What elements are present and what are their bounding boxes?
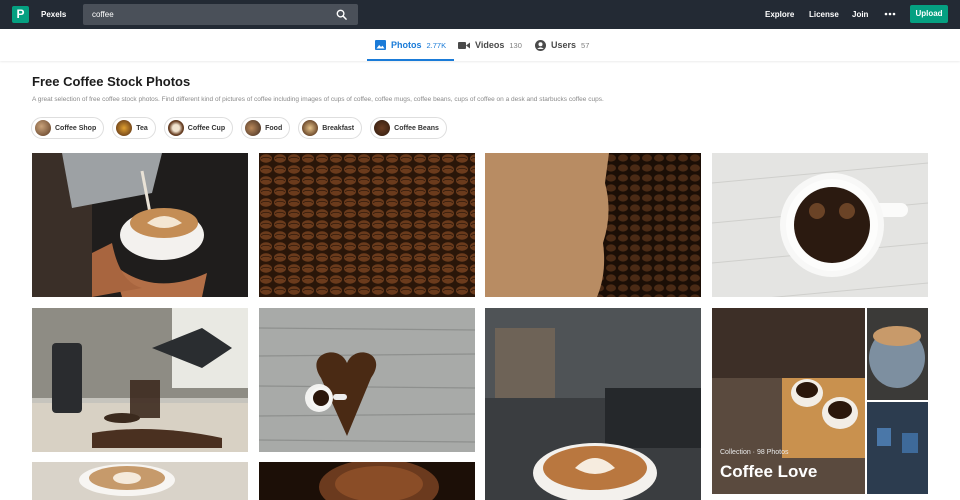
top-navbar: P Pexels Explore License Join Upload (0, 0, 960, 29)
chip-thumbnail (302, 120, 319, 136)
chip-tea[interactable]: Tea (112, 117, 156, 139)
tab-videos-label: Videos (475, 40, 505, 50)
photo-bean-heart[interactable] (259, 308, 475, 452)
search-icon[interactable] (336, 9, 347, 20)
photo-ground-coffee[interactable] (259, 462, 475, 500)
chip-label: Breakfast (322, 124, 355, 132)
chip-thumbnail (245, 120, 262, 136)
chip-thumbnail (35, 120, 51, 136)
chip-label: Tea (136, 124, 148, 132)
tab-photos-label: Photos (391, 40, 422, 50)
page-description: A great selection of free coffee stock p… (32, 96, 604, 103)
collection-title: Coffee Love (720, 462, 818, 481)
user-icon (535, 39, 546, 51)
join-link[interactable]: Join (852, 0, 868, 29)
chip-label: Coffee Beans (394, 124, 439, 132)
collection-meta: Collection · 98 Photos (720, 449, 789, 456)
chip-thumbnail (116, 120, 133, 136)
search-tabs: Photos 2.77K Videos 130 Users 57 (0, 29, 960, 61)
chip-coffee-cup[interactable]: Coffee Cup (163, 117, 234, 139)
more-dots-icon[interactable] (884, 9, 896, 19)
tab-users-count: 57 (581, 40, 590, 50)
license-link[interactable]: License (809, 0, 839, 29)
chip-coffee-beans[interactable]: Coffee Beans (370, 117, 447, 139)
explore-link[interactable]: Explore (765, 0, 794, 29)
photo-coffee-cup-top[interactable] (712, 153, 928, 297)
chip-food[interactable]: Food (241, 117, 291, 139)
pexels-logo[interactable]: P (12, 6, 29, 23)
photo-latte-pour[interactable] (32, 153, 248, 297)
chip-label: Coffee Shop (55, 124, 97, 132)
chip-thumbnail (167, 120, 184, 136)
image-icon (375, 40, 386, 50)
photo-coffee-kettle-table[interactable] (32, 308, 248, 452)
tab-videos-count: 130 (509, 40, 522, 50)
page-title: Free Coffee Stock Photos (32, 74, 191, 89)
brand-name[interactable]: Pexels (41, 0, 66, 29)
chip-thumbnail (374, 120, 391, 136)
tab-users[interactable]: Users 57 (535, 29, 589, 61)
chip-coffee-shop[interactable]: Coffee Shop (31, 117, 105, 139)
collection-coffee-love[interactable]: Collection · 98 Photos Coffee Love (712, 308, 928, 494)
chip-breakfast[interactable]: Breakfast (298, 117, 363, 139)
tab-photos[interactable]: Photos 2.77K (366, 29, 455, 61)
tab-videos[interactable]: Videos 130 (458, 29, 522, 61)
video-camera-icon (458, 41, 470, 49)
photo-coffee-beans-pile[interactable] (259, 153, 475, 297)
search-bar (83, 4, 358, 25)
search-input[interactable] (83, 4, 328, 25)
chip-label: Coffee Cup (187, 124, 226, 132)
upload-button[interactable]: Upload (910, 5, 948, 23)
related-searches: Coffee Shop Tea Coffee Cup Food Breakfas… (31, 117, 447, 139)
photo-latte-art-cup[interactable] (32, 462, 248, 500)
tab-photos-count: 2.77K (426, 40, 447, 50)
chip-label: Food (265, 124, 283, 132)
photo-latte-dark-bar[interactable] (485, 308, 701, 500)
tab-users-label: Users (551, 40, 577, 50)
photo-beans-on-brown[interactable] (485, 153, 701, 297)
